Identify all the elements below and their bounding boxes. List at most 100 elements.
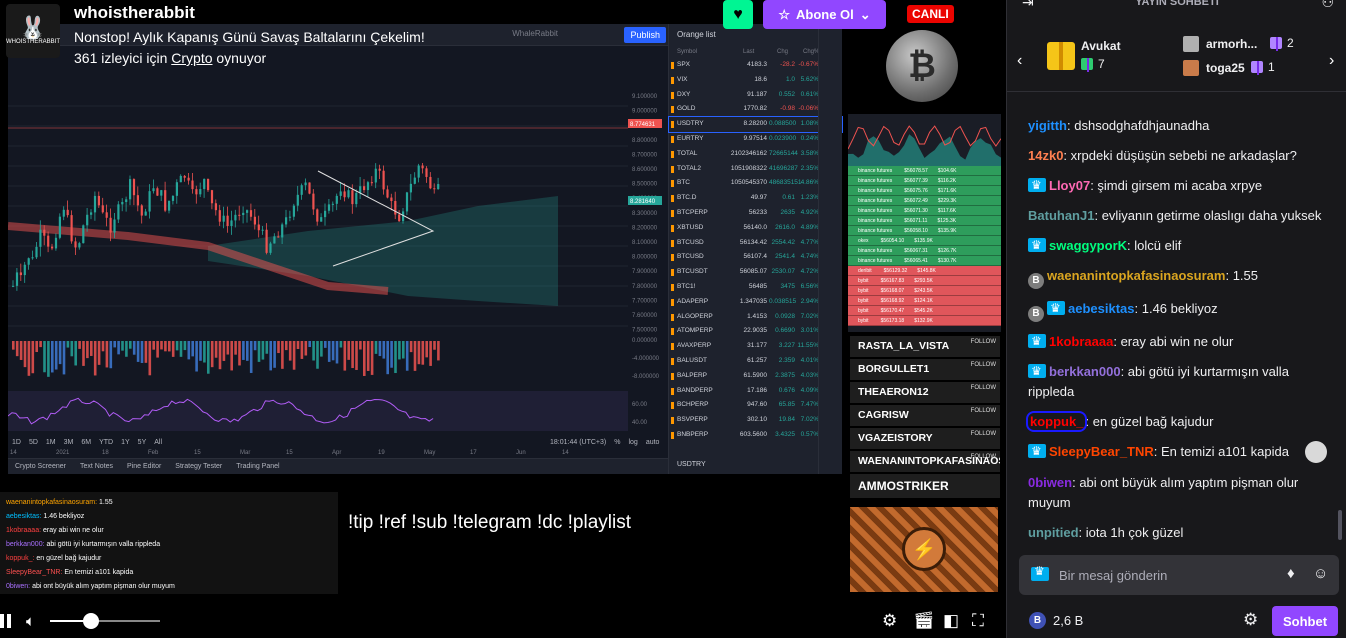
chat-message-input[interactable] [1059,555,1279,595]
coin-badge-icon[interactable]: B [1028,306,1044,322]
video-player[interactable]: WhaleRabbit Publish 9.1000009.0000008.90… [0,0,1006,638]
subscribe-button[interactable]: ☆ Abone Ol ⌄ [763,0,886,29]
chat-scrollbar[interactable] [1338,510,1342,540]
scale-option[interactable]: auto [642,439,664,446]
watchlist-row[interactable]: BTCUSDT 56085.07 2530.07 4.72% [669,265,842,280]
leader-2-name[interactable]: armorh... [1206,37,1257,51]
range-button[interactable]: YTD [95,439,117,446]
chevron-right-icon[interactable]: › [1329,52,1334,70]
watchlist-row[interactable]: BALPERP 61.5900 2.3875 4.03% [669,369,842,384]
subscriber-badge-icon[interactable] [1047,298,1065,318]
channel-avatar[interactable]: 🐰 WHOISTHERABBIT [6,4,60,58]
watchlist-row[interactable]: BTCUSD 56107.4 2541.4 4.74% [669,250,842,265]
bottom-tab[interactable]: Pine Editor [120,459,168,475]
range-button[interactable]: 5D [25,439,42,446]
watchlist-row[interactable]: TOTAL2 1051908322 41696287 2.35% [669,162,842,177]
chat-username[interactable]: aebesiktas [1068,301,1135,316]
watchlist-row[interactable]: BTC1! 56485 3475 6.56% [669,280,842,295]
channel-points-icon[interactable]: B [1029,612,1046,629]
community-users-icon[interactable]: ⚇ [1321,0,1334,11]
watchlist-row[interactable]: SPX 4183.3 -28.2 -0.67% [669,58,842,73]
watchlist-column-header[interactable]: Chg% [803,46,819,58]
chevron-left-icon[interactable]: ‹ [1017,52,1022,70]
chat-messages[interactable]: yigitth: dshsodghafdhjaunadha 14zk0: xrpd… [1007,92,1341,548]
scale-option[interactable]: log [624,439,641,446]
range-button[interactable]: 1M [42,439,60,446]
chat-settings-icon[interactable]: ⚙ [1243,610,1258,630]
chat-username[interactable]: SleepyBear_TNR [1049,444,1154,459]
watchlist-row[interactable]: BNBPERP 603.5600 3.4325 0.57% [669,428,842,443]
range-button[interactable]: 1Y [117,439,134,446]
chat-send-button[interactable]: Sohbet [1272,606,1338,636]
volume-knob[interactable] [82,613,99,629]
watchlist-row[interactable]: BCHPERP 947.60 65.85 7.47% [669,398,842,413]
chat-username[interactable]: waenanintopkafasinaosuram [1047,268,1225,283]
bottom-tab[interactable]: Text Notes [73,459,120,475]
watchlist-row[interactable]: BTCUSD 56134.42 2554.42 4.77% [669,236,842,251]
chat-username[interactable]: swaggyporK [1049,238,1127,253]
watchlist-row[interactable]: BALUSDT 61.257 2.359 4.01% [669,354,842,369]
watchlist-row[interactable]: ALGOPERP 1.4153 0.0928 7.02% [669,310,842,325]
pause-button[interactable] [0,614,12,628]
watchlist-row[interactable]: ADAPERP 1.347035 0.038515 2.94% [669,295,842,310]
subscriber-badge-icon[interactable] [1028,361,1046,381]
watchlist-row[interactable]: BTC.D 49.97 0.61 1.23% [669,191,842,206]
subscriber-badge-icon[interactable] [1028,175,1046,195]
chat-username[interactable]: 0biwen [1028,475,1072,490]
volume-icon[interactable]: 🔈︎ [26,613,35,630]
subscriber-badge-icon[interactable] [1028,235,1046,255]
candlestick-chart[interactable]: 9.1000009.0000008.9000008.8000008.700000… [8,46,668,458]
watchlist-column-header[interactable]: Last [743,46,754,58]
range-button[interactable]: 5Y [134,439,151,446]
range-button[interactable]: 1D [8,439,25,446]
chat-username[interactable]: 14zk0 [1028,148,1063,163]
range-button[interactable]: All [150,439,166,446]
watchlist-row[interactable]: AVAXPERP 31.177 3.227 11.55% [669,339,842,354]
chat-username[interactable]: berkkan000 [1049,364,1121,379]
watchlist-row[interactable]: EURTRY 9.97514 0.023900 0.24% [669,132,842,147]
range-button[interactable]: 6M [77,439,95,446]
bottom-tab[interactable]: Strategy Tester [168,459,229,475]
streamer-name[interactable]: whoistherabbit [74,3,195,23]
watchlist-row[interactable]: BTCPERP 56233 2635 4.92% [669,206,842,221]
watchlist-row[interactable]: XBTUSD 56140.0 2616.0 4.89% [669,221,842,236]
watchlist-row[interactable]: BSVPERP 302.10 19.84 7.02% [669,413,842,428]
watchlist-row[interactable]: DXY 91.187 0.552 0.61% [669,88,842,103]
bottom-tab[interactable]: Trading Panel [229,459,286,475]
bits-icon[interactable]: ♦ [1287,565,1295,582]
follow-heart-button[interactable]: ♥ [723,0,753,29]
chat-username[interactable]: BatuhanJ1 [1028,208,1094,223]
subscriber-badge-icon[interactable] [1028,331,1046,351]
watchlist-row[interactable]: ATOMPERP 22.9035 0.6690 3.01% [669,324,842,339]
game-link[interactable]: Crypto [171,50,212,66]
watchlist-row[interactable]: BANDPERP 17.186 0.676 4.09% [669,384,842,399]
leader-1-name[interactable]: Avukat [1081,39,1121,53]
chat-username[interactable]: Lloy07 [1049,178,1090,193]
volume-slider[interactable] [50,613,160,629]
subscriber-badge-icon[interactable] [1028,441,1046,461]
settings-gear-icon[interactable]: ⚙ [882,611,897,631]
chat-username[interactable]: 1kobraaaa [1049,334,1113,349]
watchlist-row[interactable]: TOTAL 2102346162 72665144 3.58% [669,147,842,162]
bottom-tab[interactable]: Crypto Screener [8,459,73,475]
watchlist-column-header[interactable]: Symbol [677,46,697,58]
watchlist-row[interactable]: GOLD 1770.82 -0.98 -0.06% [669,102,842,117]
publish-button[interactable]: Publish [624,27,666,43]
subscriber-crown-icon[interactable] [1031,564,1049,581]
watchlist-row[interactable]: BTC 1050545370 486835151 4.86% [669,176,842,191]
channel-points-balance[interactable]: 2,6 B [1053,613,1083,628]
fullscreen-icon[interactable]: ⛶ [972,611,984,631]
watchlist-column-header[interactable]: Chg [777,46,788,58]
theatre-mode-icon[interactable]: ◧ [943,611,959,631]
scale-option[interactable]: % [610,439,624,446]
emote-picker-icon[interactable]: ☺ [1313,565,1328,582]
leader-3-name[interactable]: toga25 [1206,61,1245,75]
chat-username[interactable]: koppuk_ [1025,411,1088,432]
clip-icon[interactable]: 🎬︎ [913,611,935,631]
coin-badge-icon[interactable]: B [1028,273,1044,289]
chat-username[interactable]: yigitth [1028,118,1067,133]
watchlist-row[interactable]: VIX 18.6 1.0 5.62% [669,73,842,88]
watchlist-row[interactable]: USDTRY 8.28200 0.088500 1.08% [668,116,843,133]
range-button[interactable]: 3M [60,439,78,446]
chat-username[interactable]: unpitied [1028,525,1079,540]
